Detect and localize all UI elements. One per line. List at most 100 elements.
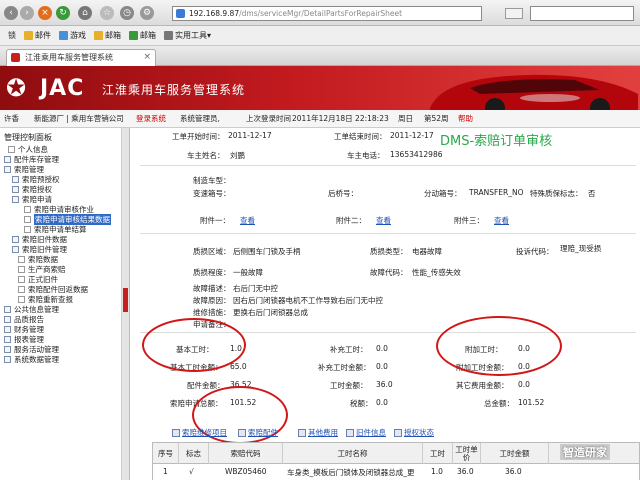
folder-icon [12,186,19,193]
close-tab-icon[interactable]: × [143,50,151,65]
transfer-box-label: 分动箱号： [424,189,462,198]
attachment-3-label: 附件三： [454,216,484,225]
watermark: 智造研家 [560,444,610,460]
complaint-code-label: 投诉代码： [516,247,554,256]
page-icon [176,9,185,18]
folder-icon [4,356,11,363]
tools-icon [164,31,173,40]
tab-claim-parts[interactable]: 索赔配件 [238,427,278,438]
url-host: 192.168.9.87 [189,9,240,18]
favorites-icon[interactable]: ☆ [100,6,114,20]
labor-amount-label: 工时金额： [330,381,368,390]
parts-icon [238,428,246,437]
col-labor-price[interactable]: 工时单价 [453,443,481,465]
forward-icon[interactable]: › [20,6,34,20]
col-claim-code[interactable]: 索赔代码 [209,443,283,465]
jac-logo: JAC [40,76,85,101]
status-icon [394,428,402,437]
user-info-bar: 许香 新能源厂 | 乘用车营销公司 登录系统 系统管理员, 上次登录时间 201… [0,110,640,128]
bookmark-mail[interactable]: 邮件 [24,30,51,41]
bookmarks-bar: 锁 邮件 游戏 邮箱 邮箱 实用工具 ▾ [0,26,640,46]
company-name: 新能源厂 | 乘用车营销公司 [34,114,124,123]
folder-icon [4,336,11,343]
browser-search-input[interactable] [530,6,634,21]
attachment-3-view-link[interactable]: 查看 [494,215,509,226]
address-bar[interactable]: 192.168.9.87/dms/serviceMgr/DetailPartsF… [172,6,482,21]
last-login-label: 上次登录时间 [246,114,291,123]
special-warranty-value: 否 [588,189,596,198]
damage-degree-value: 一般故障 [233,268,263,277]
refresh-icon[interactable]: ↻ [56,6,70,20]
fees-icon [298,428,306,437]
help-link[interactable]: 帮助 [458,110,473,128]
tab-repair-items[interactable]: 索赔维修项目 [172,427,227,438]
base-amount-value: 65.0 [230,362,247,371]
folder-icon [4,156,11,163]
info-icon [346,428,354,437]
cell-labor-name: 车身类_模板后门锁体及闭锁器总成_更 [287,468,415,477]
folder-icon [4,306,11,313]
url-path: /dms/serviceMgr/DetailPartsForRepairShee… [239,9,403,18]
sidebar-splitter[interactable] [122,128,130,480]
folder-open-icon [12,196,19,203]
col-labor-name[interactable]: 工时名称 [283,443,423,465]
tab-jac-system[interactable]: 江淮乘用车服务管理系统 × [6,49,156,66]
sidebar: 管理控制面板 个人信息 配件库存管理 索赔管理 索赔预授权 索赔授权 索赔申请 … [0,128,122,480]
bookmark-games[interactable]: 游戏 [59,30,86,41]
owner-value: 刘鹏 [230,151,245,160]
collapse-handle-icon[interactable] [123,288,128,312]
stop-icon[interactable]: × [38,6,52,20]
page-icon [18,296,25,303]
order-end-label: 工单结束时间： [334,132,387,141]
table-row[interactable]: 1 √ WBZ05460 车身类_模板后门锁体及闭锁器总成_更 1.0 36.0… [152,464,640,480]
order-end-value: 2011-12-17 [390,131,434,140]
detail-toolbar: 索赔维修项目 索赔配件 其他费用 旧件信息 授权状态 [150,426,640,440]
other-fees-label: 其它费用金额： [456,381,509,390]
jac-star-logo-icon: ✪ [6,74,27,102]
fault-code-label: 故障代码： [370,268,408,277]
damage-type-label: 质损类型： [370,247,408,256]
bookmark-tools[interactable]: 实用工具 ▾ [164,30,211,41]
folder-icon [4,316,11,323]
tab-auth-status[interactable]: 授权状态 [394,427,434,438]
folder-icon [12,236,19,243]
complaint-code-value: 理赔_现受损 [560,244,602,253]
col-index[interactable]: 序号 [153,443,179,465]
list-icon [172,428,180,437]
extra-amount-label: 补充工时金额： [318,363,371,372]
attachment-1-label: 附件一： [200,216,230,225]
mail-icon [94,31,103,40]
bookmark-mailbox[interactable]: 邮箱 [94,30,121,41]
tax-label: 税额： [350,399,373,408]
settings-icon[interactable]: ⚙ [140,6,154,20]
bookmark-mailbox-2[interactable]: 邮箱 [129,30,156,41]
col-flag[interactable]: 标志 [179,443,209,465]
home-icon[interactable]: ⌂ [78,6,92,20]
phone-label: 车主电话： [347,151,385,160]
history-icon[interactable]: ◷ [120,6,134,20]
attachment-1-view-link[interactable]: 查看 [240,215,255,226]
dms-annotation: DMS-索赔订单审核 [440,130,553,149]
col-labor-amount[interactable]: 工时金额 [481,443,549,465]
system-manager: 系统管理员, [180,114,220,123]
tab-other-fees[interactable]: 其他费用 [298,427,338,438]
page-icon [18,286,25,293]
transfer-box-value: TRANSFER_NO [469,188,524,197]
bookmark-prefix[interactable]: 锁 [8,30,16,41]
address-dropdown[interactable] [505,8,523,19]
back-icon[interactable]: ‹ [4,6,18,20]
sidebar-item-system-data[interactable]: 系统数据管理 [4,354,59,365]
folder-icon [12,246,19,253]
week-number: 第52周 [424,114,449,123]
order-start-label: 工单开始时间： [172,132,225,141]
car-image [430,74,638,110]
login-link[interactable]: 登录系统 [136,110,166,128]
col-labor-hours[interactable]: 工时 [423,443,453,465]
cell-flag: √ [189,467,194,476]
tax-value: 0.0 [376,398,388,407]
folder-icon [12,176,19,183]
tab-old-parts-info[interactable]: 旧件信息 [346,427,386,438]
repair-measures-label: 维修措施： [193,308,231,317]
attachment-2-view-link[interactable]: 查看 [376,215,391,226]
attachment-2-label: 附件二： [336,216,366,225]
